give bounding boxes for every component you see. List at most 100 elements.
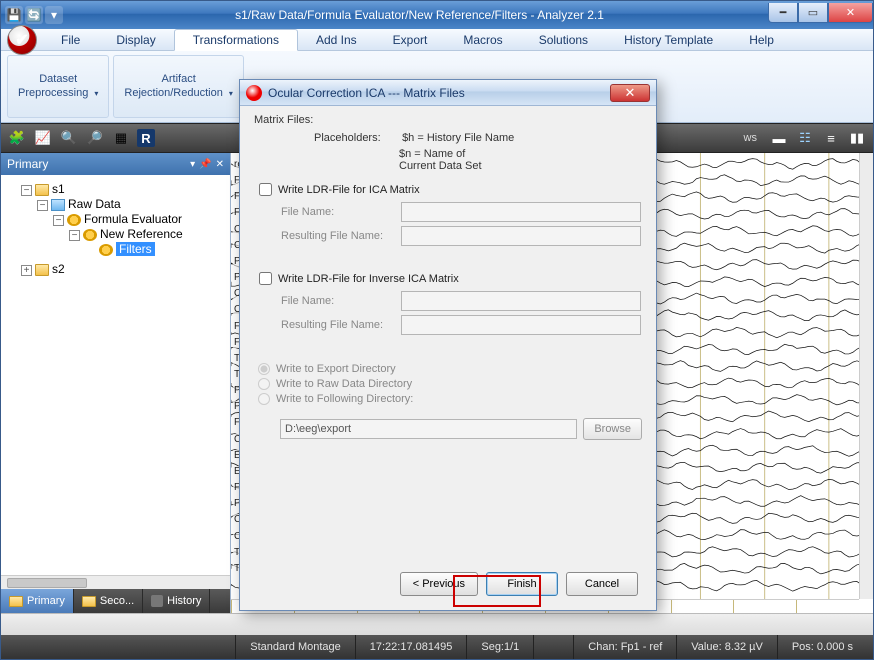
window-title: s1/Raw Data/Formula Evaluator/New Refere… — [71, 8, 768, 22]
menubar: ✔ File Display Transformations Add Ins E… — [1, 29, 873, 51]
tool-pause-icon[interactable]: ▮▮ — [847, 128, 867, 148]
menu-addins[interactable]: Add Ins — [298, 30, 375, 50]
menu-export[interactable]: Export — [375, 30, 446, 50]
tool-zoom-in-icon[interactable]: 🔍 — [59, 128, 79, 148]
tree-node-newref[interactable]: −New Reference Filters — [69, 226, 226, 258]
tool-inspect-icon[interactable]: 🧩 — [7, 128, 27, 148]
window-controls: ━ ▭ ✕ — [768, 7, 873, 23]
tool-r-icon[interactable]: R — [137, 129, 155, 147]
dialog-app-icon — [246, 85, 262, 101]
dialog-title: Ocular Correction ICA --- Matrix Files — [268, 86, 465, 100]
sidebar: Primary ▾ 📌 ✕ −s1 −Raw Data −Formula Eva… — [1, 153, 231, 613]
cancel-button[interactable]: Cancel — [566, 572, 638, 596]
sidetab-history[interactable]: History — [143, 589, 210, 613]
ribbon-artifact-rejection[interactable]: ArtifactRejection/Reduction ▾ — [113, 55, 244, 118]
app-icon[interactable]: ✔ — [7, 25, 37, 55]
tool-layout3-icon[interactable]: ≡ — [821, 128, 841, 148]
inverse-ica-section: Write LDR-File for Inverse ICA Matrix Fi… — [254, 265, 642, 354]
folder-icon — [35, 184, 49, 196]
sidebar-pin-icon[interactable]: 📌 — [199, 159, 211, 170]
app-window: 💾 🔄 ▾ s1/Raw Data/Formula Evaluator/New … — [0, 0, 874, 660]
status-blank — [7, 635, 25, 659]
filename-label: File Name: — [281, 206, 401, 218]
radio-export-dir[interactable]: Write to Export Directory — [258, 363, 642, 375]
tree-node-formula[interactable]: −Formula Evaluator −New Reference Filter… — [53, 211, 226, 259]
menu-macros[interactable]: Macros — [445, 30, 520, 50]
menu-solutions[interactable]: Solutions — [521, 30, 606, 50]
matrix-files-label: Matrix Files: — [254, 114, 642, 126]
sidebar-close-icon[interactable]: ✕ — [216, 159, 224, 170]
qat-dropdown-icon[interactable]: ▾ — [45, 6, 63, 24]
ribbon-label: DatasetPreprocessing ▾ — [18, 72, 98, 101]
status-position: Pos: 0.000 s — [777, 635, 867, 659]
menu-file[interactable]: File — [43, 30, 98, 50]
toolbar-ws-label: ws — [744, 132, 757, 144]
status-value: Value: 8.32 µV — [676, 635, 777, 659]
sidetab-secondary[interactable]: Seco... — [74, 589, 143, 613]
ica-matrix-dialog: Ocular Correction ICA --- Matrix Files ✕… — [239, 79, 657, 611]
menu-history-template[interactable]: History Template — [606, 30, 731, 50]
wave-icon — [51, 199, 65, 211]
folder-icon — [82, 596, 96, 607]
tool-chart-icon[interactable]: 📈 — [33, 128, 53, 148]
tree-hscrollbar[interactable] — [1, 575, 230, 589]
sidebar-tabs: Primary Seco... History — [1, 589, 230, 613]
maximize-button[interactable]: ▭ — [798, 3, 828, 23]
ribbon-dataset-preprocessing[interactable]: DatasetPreprocessing ▾ — [7, 55, 109, 118]
sidebar-header: Primary ▾ 📌 ✕ — [1, 153, 230, 175]
gear-icon — [99, 244, 113, 256]
history-tree[interactable]: −s1 −Raw Data −Formula Evaluator −New Re… — [1, 175, 230, 575]
gear-icon — [67, 214, 81, 226]
view-tabstrip — [1, 613, 873, 635]
qat-save-icon[interactable]: 💾 — [5, 6, 23, 24]
tree-node-s1[interactable]: −s1 −Raw Data −Formula Evaluator −New Re… — [21, 181, 226, 261]
menu-transformations[interactable]: Transformations — [174, 29, 298, 51]
placeholder-row-1: Placeholders: $h = History File Name — [254, 132, 642, 144]
ica-filename-input[interactable] — [401, 202, 641, 222]
tree-node-filters[interactable]: Filters — [85, 241, 226, 257]
history-icon — [151, 595, 163, 607]
dialog-titlebar[interactable]: Ocular Correction ICA --- Matrix Files ✕ — [240, 80, 656, 106]
directory-path-input[interactable] — [280, 419, 577, 439]
tree-node-s2[interactable]: +s2 — [21, 261, 226, 277]
inverse-resulting-filename-input[interactable] — [401, 315, 641, 335]
dialog-close-button[interactable]: ✕ — [610, 84, 650, 102]
placeholder-row-2: $n = Name of Current Data Set — [254, 148, 642, 172]
sidetab-primary[interactable]: Primary — [1, 589, 74, 613]
qat-refresh-icon[interactable]: 🔄 — [25, 6, 43, 24]
tool-zoom-out-icon[interactable]: 🔎 — [85, 128, 105, 148]
inverse-filename-input[interactable] — [401, 291, 641, 311]
status-montage: Standard Montage — [235, 635, 355, 659]
ica-matrix-section: Write LDR-File for ICA Matrix File Name:… — [254, 176, 642, 265]
dialog-buttons: < Previous Finish Cancel — [254, 564, 642, 606]
signal-vscrollbar[interactable] — [859, 153, 873, 599]
ica-resulting-filename-input[interactable] — [401, 226, 641, 246]
tool-layout2-icon[interactable]: ☷ — [795, 128, 815, 148]
radio-following-dir[interactable]: Write to Following Directory: — [258, 393, 642, 405]
statusbar: Standard Montage 17:22:17.081495 Seg:1/1… — [1, 635, 873, 659]
status-segment: Seg:1/1 — [466, 635, 533, 659]
write-ldr-ica-checkbox[interactable]: Write LDR-File for ICA Matrix — [259, 183, 641, 196]
radio-rawdata-dir[interactable]: Write to Raw Data Directory — [258, 378, 642, 390]
status-time: 17:22:17.081495 — [355, 635, 467, 659]
ribbon-label: ArtifactRejection/Reduction ▾ — [124, 72, 233, 101]
tool-grid-icon[interactable]: ▦ — [111, 128, 131, 148]
tool-layout1-icon[interactable]: ▬ — [769, 128, 789, 148]
filename-label: File Name: — [281, 295, 401, 307]
write-ldr-inverse-checkbox[interactable]: Write LDR-File for Inverse ICA Matrix — [259, 272, 641, 285]
sidebar-dropdown-icon[interactable]: ▾ — [190, 159, 195, 170]
menu-help[interactable]: Help — [731, 30, 792, 50]
tree-node-rawdata[interactable]: −Raw Data −Formula Evaluator −New Refere… — [37, 196, 226, 260]
browse-button[interactable]: Browse — [583, 418, 642, 440]
menu-display[interactable]: Display — [98, 30, 173, 50]
finish-button[interactable]: Finish — [486, 572, 558, 596]
quick-access-toolbar: 💾 🔄 ▾ — [5, 6, 63, 24]
close-button[interactable]: ✕ — [828, 3, 873, 23]
resulting-filename-label: Resulting File Name: — [281, 230, 401, 242]
titlebar: 💾 🔄 ▾ s1/Raw Data/Formula Evaluator/New … — [1, 1, 873, 29]
scrollbar-thumb[interactable] — [7, 578, 87, 588]
minimize-button[interactable]: ━ — [768, 3, 798, 23]
previous-button[interactable]: < Previous — [400, 572, 478, 596]
folder-icon — [35, 264, 49, 276]
resulting-filename-label: Resulting File Name: — [281, 319, 401, 331]
